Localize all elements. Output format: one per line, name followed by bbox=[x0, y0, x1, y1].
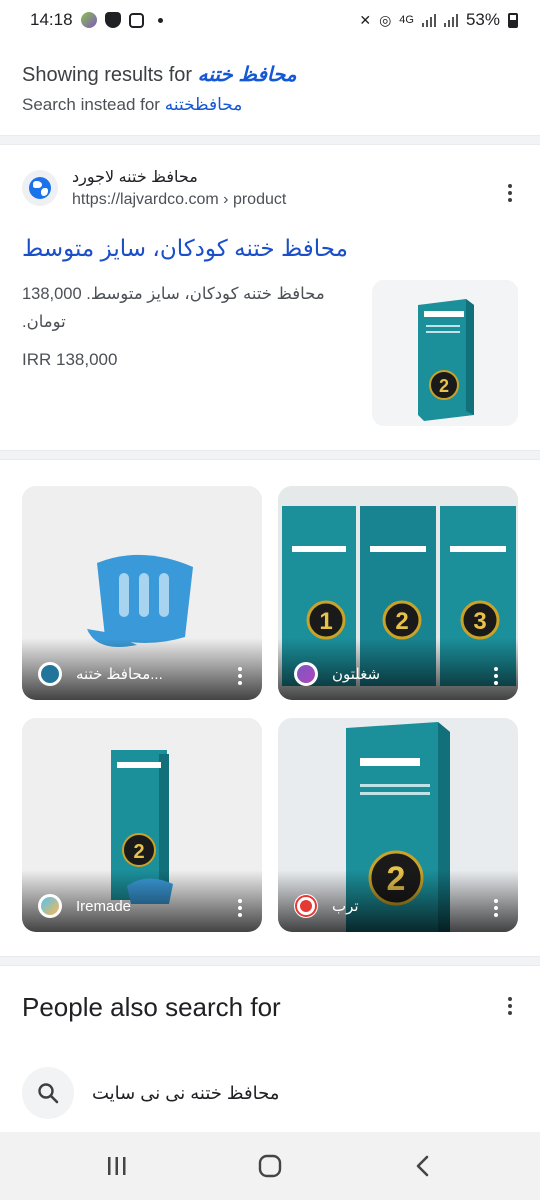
shoghlton-icon bbox=[294, 662, 318, 686]
pasf-more-options-icon[interactable] bbox=[498, 994, 522, 1018]
people-also-search-for: People also search for محافظ ختنه نی نی … bbox=[0, 966, 540, 1119]
spelling-correction: Showing results for محافظ ختنه Search in… bbox=[0, 40, 540, 135]
home-button[interactable] bbox=[240, 1146, 300, 1186]
signal-icon bbox=[421, 13, 436, 27]
image-more-options-icon[interactable] bbox=[228, 896, 252, 920]
torob-icon bbox=[294, 894, 318, 918]
globe-icon bbox=[29, 177, 51, 199]
network-type: 4G bbox=[399, 14, 414, 26]
image-more-options-icon[interactable] bbox=[484, 896, 508, 920]
svg-text:2: 2 bbox=[439, 376, 449, 396]
image-result[interactable]: 1 2 3 شغلتون bbox=[278, 486, 518, 700]
image-result[interactable]: 2 Iremade bbox=[22, 718, 262, 932]
image-more-options-icon[interactable] bbox=[484, 664, 508, 688]
signal-icon-2 bbox=[443, 13, 458, 27]
result-snippet: محافظ ختنه کودکان، سایز متوسط. 138,000 ت… bbox=[22, 285, 325, 331]
mute-icon: ✕ bbox=[359, 11, 372, 28]
back-button[interactable] bbox=[393, 1146, 453, 1186]
svg-text:3: 3 bbox=[473, 608, 486, 635]
image-source-label: محافظ ختنه... bbox=[76, 666, 163, 683]
site-name: محافظ ختنه لاجورد bbox=[72, 169, 198, 186]
corrected-query-link[interactable]: محافظ ختنه bbox=[198, 64, 297, 86]
section-divider bbox=[0, 135, 540, 145]
result-url[interactable]: https://lajvardco.com › product bbox=[72, 191, 286, 209]
svg-text:1: 1 bbox=[319, 608, 332, 635]
section-divider bbox=[0, 450, 540, 460]
result-title-link[interactable]: محافظ ختنه کودکان، سایز متوسط bbox=[22, 235, 518, 262]
status-bar: 14:18 ✕ ◎ 4G 53% bbox=[0, 0, 540, 40]
svg-text:2: 2 bbox=[395, 608, 408, 635]
pasf-suggestion[interactable]: محافظ ختنه نی نی سایت bbox=[22, 1067, 518, 1119]
instagram-icon bbox=[128, 12, 144, 28]
shield-icon bbox=[104, 12, 121, 28]
result-thumbnail[interactable]: 2 bbox=[372, 280, 518, 426]
site-favicon bbox=[22, 170, 58, 206]
search-results-page: Showing results for محافظ ختنه Search in… bbox=[0, 40, 540, 1132]
section-divider bbox=[0, 956, 540, 966]
battery-icon bbox=[508, 12, 518, 28]
status-time: 14:18 bbox=[30, 10, 73, 29]
system-navigation-bar bbox=[0, 1132, 540, 1200]
more-notifications-icon bbox=[157, 17, 163, 23]
hotspot-icon: ◎ bbox=[379, 11, 392, 28]
image-source-label: Iremade bbox=[76, 897, 132, 915]
battery-percent: 53% bbox=[465, 10, 500, 29]
original-query-link[interactable]: محافظختنه bbox=[165, 95, 243, 114]
image-result[interactable]: محافظ ختنه... bbox=[22, 486, 262, 700]
image-source-label: ترب bbox=[332, 898, 359, 915]
search-result[interactable]: محافظ ختنه لاجورد https://lajvardco.com … bbox=[0, 145, 540, 450]
image-results: محافظ ختنه... 1 2 3 شغلتون 2 Iremade ترب bbox=[0, 460, 540, 956]
pasf-heading: People also search for bbox=[22, 992, 281, 1022]
pasf-suggestion-label: محافظ ختنه نی نی سایت bbox=[92, 1082, 280, 1103]
image-result[interactable]: 2 ترب bbox=[278, 718, 518, 932]
result-more-options-icon[interactable] bbox=[498, 181, 522, 205]
result-price: IRR 138,000 bbox=[22, 350, 118, 369]
search-icon bbox=[22, 1067, 74, 1119]
showing-results-label: Showing results for bbox=[22, 64, 193, 86]
app-notification-icon bbox=[80, 12, 97, 28]
iremade-icon bbox=[38, 894, 62, 918]
image-more-options-icon[interactable] bbox=[228, 664, 252, 688]
svg-text:2: 2 bbox=[133, 841, 144, 863]
image-source-label: شغلتون bbox=[332, 666, 381, 683]
search-instead-label: Search instead for bbox=[22, 95, 160, 114]
recent-apps-button[interactable] bbox=[87, 1146, 147, 1186]
wordpress-icon bbox=[38, 662, 62, 686]
